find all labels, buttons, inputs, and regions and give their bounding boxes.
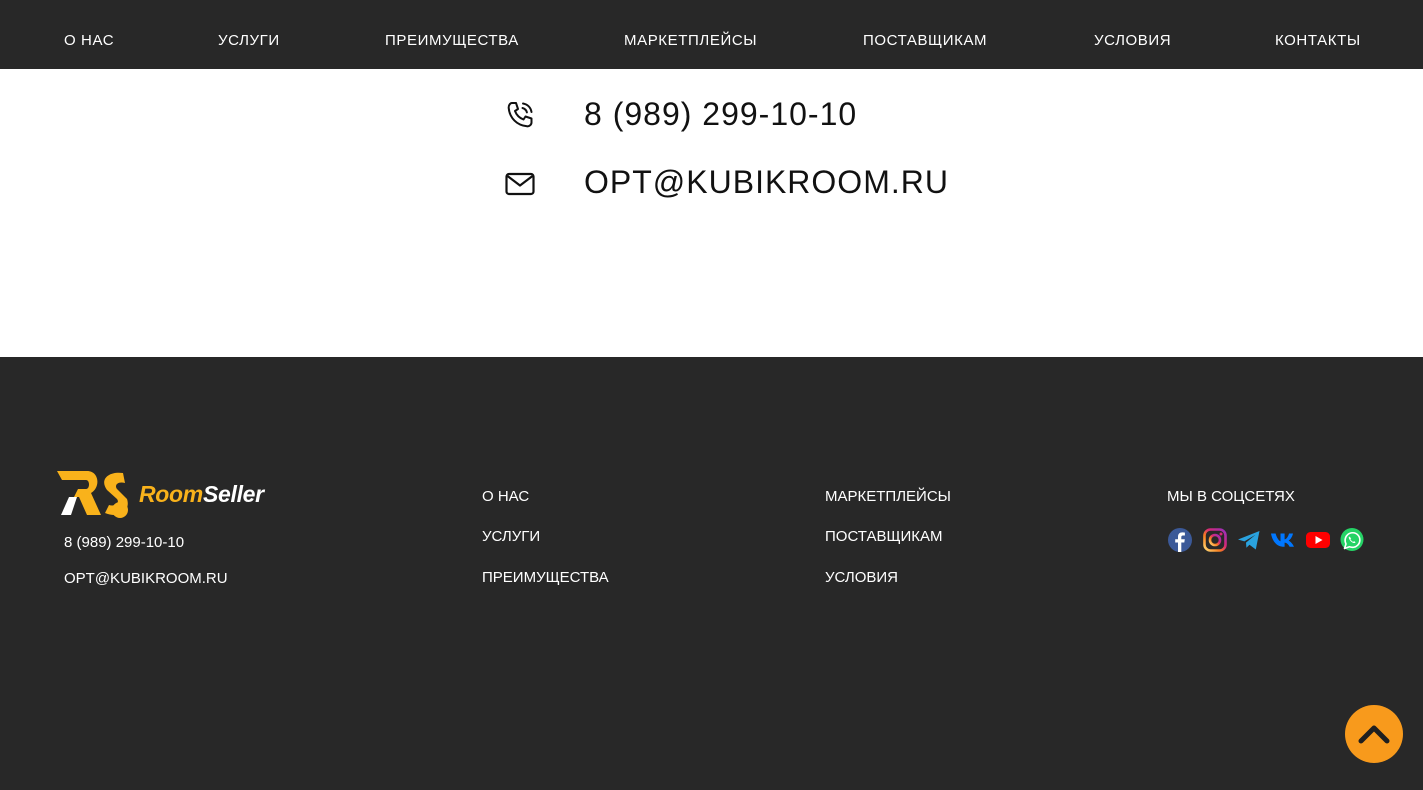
top-navigation: О НАС УСЛУГИ ПРЕИМУЩЕСТВА МАРКЕТПЛЕЙСЫ П… <box>0 0 1423 69</box>
email-row: OPT@KUBIKROOM.RU <box>0 158 1423 208</box>
social-title: МЫ В СОЦСЕТЯХ <box>1167 488 1295 505</box>
nav-item-contacts[interactable]: КОНТАКТЫ <box>1275 32 1361 50</box>
footer-link-suppliers[interactable]: ПОСТАВЩИКАМ <box>825 528 943 546</box>
nav-item-advantages[interactable]: ПРЕИМУЩЕСТВА <box>385 32 519 50</box>
footer-email-link[interactable]: OPT@KUBIKROOM.RU <box>64 570 228 588</box>
phone-row: 8 (989) 299-10-10 <box>0 90 1423 140</box>
footer-link-services[interactable]: УСЛУГИ <box>482 528 540 546</box>
instagram-icon[interactable] <box>1202 527 1228 553</box>
phone-icon <box>503 98 537 132</box>
roomseller-logo[interactable]: RoomSeller <box>57 471 272 519</box>
footer-link-advantages[interactable]: ПРЕИМУЩЕСТВА <box>482 569 609 587</box>
nav-item-conditions[interactable]: УСЛОВИЯ <box>1094 32 1171 50</box>
footer-link-marketplaces[interactable]: МАРКЕТПЛЕЙСЫ <box>825 488 951 506</box>
contact-phone-link[interactable]: 8 (989) 299-10-10 <box>584 95 857 133</box>
chevron-up-icon <box>1358 725 1390 744</box>
logo-wordmark: RoomSeller <box>139 481 264 507</box>
footer-phone-link[interactable]: 8 (989) 299-10-10 <box>64 534 184 552</box>
whatsapp-icon[interactable] <box>1339 527 1365 553</box>
nav-item-marketplaces[interactable]: МАРКЕТПЛЕЙСЫ <box>624 32 757 50</box>
footer-link-about[interactable]: О НАС <box>482 488 529 506</box>
nav-item-services[interactable]: УСЛУГИ <box>218 32 280 50</box>
envelope-icon <box>503 167 537 201</box>
scroll-to-top-button[interactable] <box>1345 705 1403 763</box>
vk-icon[interactable] <box>1270 527 1296 553</box>
footer-link-conditions[interactable]: УСЛОВИЯ <box>825 569 898 587</box>
nav-item-suppliers[interactable]: ПОСТАВЩИКАМ <box>863 32 987 50</box>
footer: RoomSeller 8 (989) 299-10-10 OPT@KUBIKRO… <box>0 357 1423 790</box>
nav-item-about[interactable]: О НАС <box>64 32 114 50</box>
rs-logo-mark <box>57 471 128 518</box>
youtube-icon[interactable] <box>1305 527 1331 553</box>
facebook-icon[interactable] <box>1167 527 1193 553</box>
telegram-icon[interactable] <box>1236 527 1262 553</box>
contact-email-link[interactable]: OPT@KUBIKROOM.RU <box>584 163 949 201</box>
